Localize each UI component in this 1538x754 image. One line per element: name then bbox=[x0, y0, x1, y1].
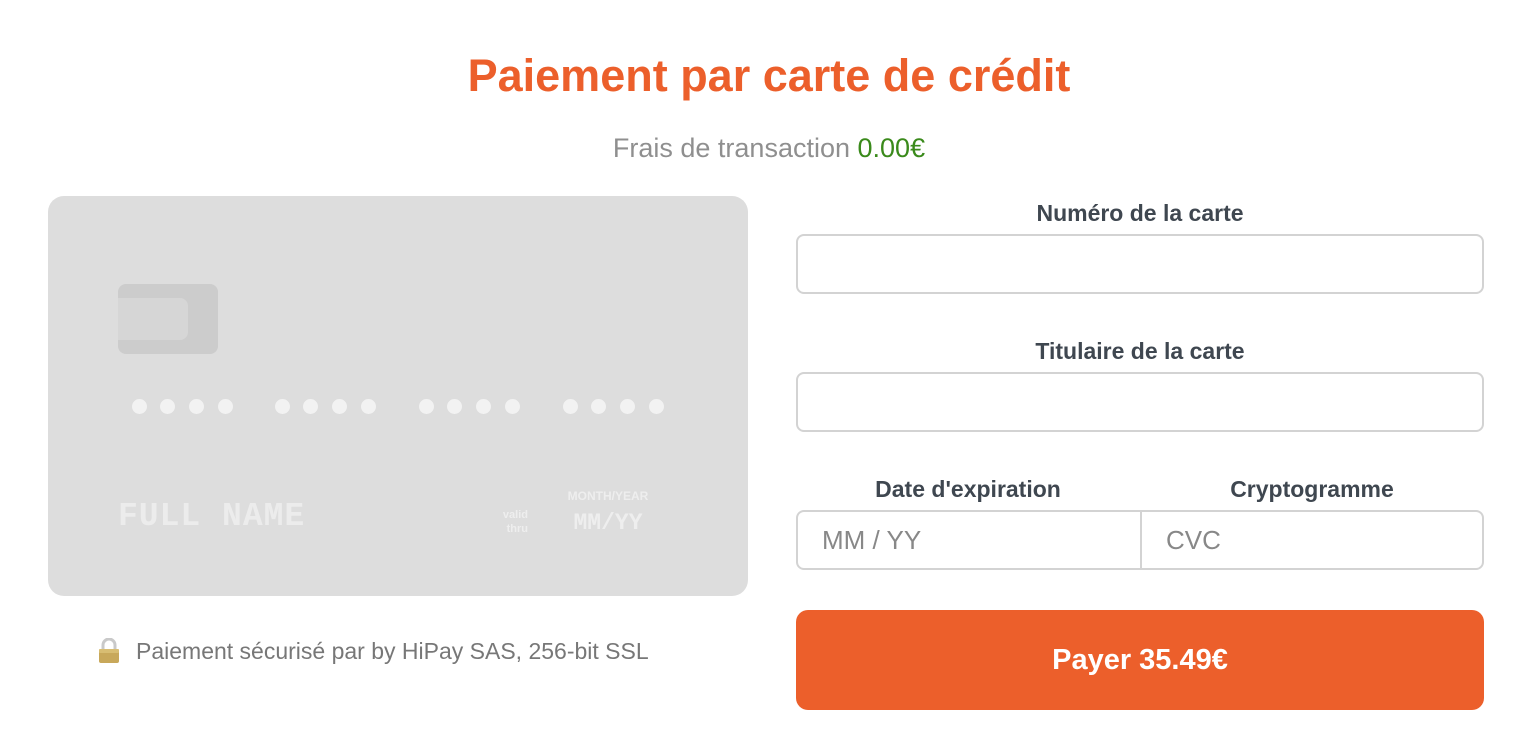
card-number-label: Numéro de la carte bbox=[1036, 200, 1244, 226]
expiry-label: Date d'expiration bbox=[875, 476, 1061, 502]
card-holder-input[interactable] bbox=[796, 372, 1484, 432]
card-number-dot bbox=[649, 399, 664, 414]
card-number-dot bbox=[563, 399, 578, 414]
payment-page: Paiement par carte de crédit Frais de tr… bbox=[0, 0, 1538, 754]
page-title: Paiement par carte de crédit bbox=[467, 50, 1071, 101]
valid-thru-line2: thru bbox=[506, 523, 528, 535]
expiry-input[interactable] bbox=[796, 510, 1142, 570]
cvc-input[interactable] bbox=[1140, 510, 1484, 570]
card-number-dot bbox=[132, 399, 147, 414]
card-holder-label: Titulaire de la carte bbox=[1035, 338, 1245, 364]
card-number-display bbox=[132, 397, 692, 415]
card-number-dot bbox=[332, 399, 347, 414]
card-number-input[interactable] bbox=[796, 234, 1484, 294]
expiry-display: MM/YY bbox=[573, 510, 643, 536]
pay-button[interactable]: Payer 35.49€ bbox=[796, 610, 1484, 710]
card-number-dot bbox=[505, 399, 520, 414]
card-number-dot bbox=[275, 399, 290, 414]
card-number-dot bbox=[218, 399, 233, 414]
transaction-fee-label: Frais de transaction bbox=[612, 133, 850, 163]
lock-icon bbox=[98, 637, 120, 664]
month-year-label: MONTH/YEAR bbox=[567, 489, 649, 503]
card-number-dot bbox=[419, 399, 434, 414]
card-number-dot bbox=[447, 399, 462, 414]
card-chip-icon bbox=[118, 284, 218, 354]
card-number-dot bbox=[303, 399, 318, 414]
card-number-dot bbox=[620, 399, 635, 414]
secure-payment-note: Paiement sécurisé par by HiPay SAS, 256-… bbox=[98, 636, 649, 666]
card-number-dot bbox=[160, 399, 175, 414]
card-number-dot bbox=[361, 399, 376, 414]
card-number-dot bbox=[591, 399, 606, 414]
transaction-fee: Frais de transaction 0.00€ bbox=[0, 130, 1538, 166]
card-number-dot bbox=[476, 399, 491, 414]
transaction-fee-amount: 0.00€ bbox=[857, 133, 926, 163]
valid-thru-label: valid thru bbox=[488, 508, 528, 536]
card-number-dot bbox=[189, 399, 204, 414]
card-holder-display: FULL NAME bbox=[118, 498, 306, 535]
secure-payment-text: Paiement sécurisé par by HiPay SAS, 256-… bbox=[136, 638, 649, 664]
cvc-label: Cryptogramme bbox=[1230, 476, 1394, 502]
valid-thru-line1: valid bbox=[502, 509, 528, 521]
card-preview: FULL NAME valid thru MONTH/YEAR MM/YY bbox=[48, 196, 748, 596]
